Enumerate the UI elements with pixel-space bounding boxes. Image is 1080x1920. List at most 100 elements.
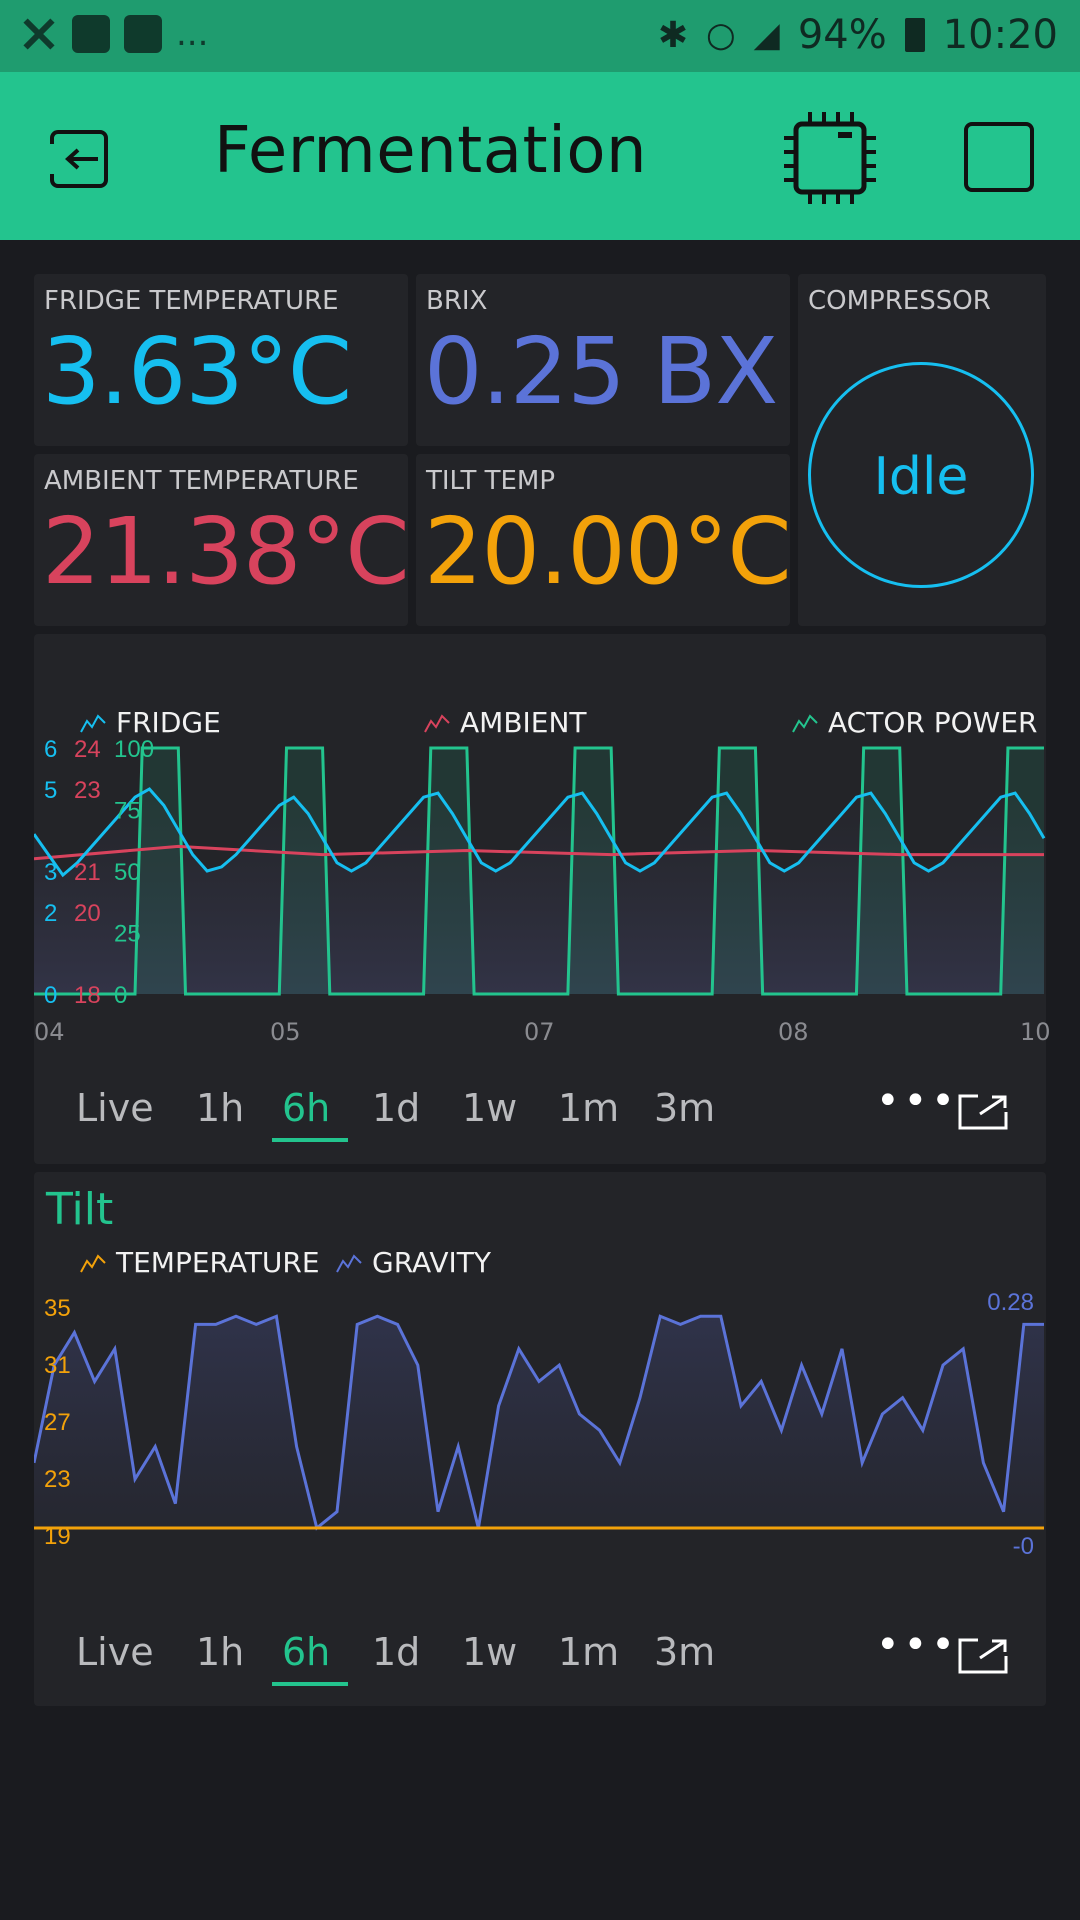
y-tick-label: 21 bbox=[74, 859, 101, 886]
device-chip-icon[interactable] bbox=[782, 110, 878, 206]
status-bar: ... ✱ ○ ◢ 94% 10:20 bbox=[0, 0, 1080, 72]
tilt-temp-tile: TILT TEMP 20.00°C bbox=[416, 454, 792, 626]
page-title: Fermentation bbox=[214, 114, 648, 188]
pinwheel-notification-icon bbox=[20, 15, 58, 53]
tab-1m[interactable]: 1m bbox=[558, 1630, 619, 1674]
time-range-tabs: Live 1h 6h 1d 1w 1m 3m ••• bbox=[34, 1612, 1046, 1702]
x-tick-label: 04 bbox=[34, 1018, 65, 1046]
app-notification-icon bbox=[124, 15, 162, 53]
active-tab-underline bbox=[272, 1138, 348, 1142]
tab-1w[interactable]: 1w bbox=[462, 1086, 517, 1130]
tile-label: COMPRESSOR bbox=[808, 286, 991, 316]
tab-6h[interactable]: 6h bbox=[282, 1630, 330, 1674]
legend-label: AMBIENT bbox=[460, 706, 587, 739]
legend-label: TEMPERATURE bbox=[116, 1246, 320, 1279]
temperature-chart[interactable]: 0235618202123240255075100 bbox=[34, 740, 1046, 1040]
y-tick-label: 0 bbox=[44, 982, 57, 1009]
tab-1d[interactable]: 1d bbox=[372, 1630, 420, 1674]
app-bar: Fermentation bbox=[0, 72, 1080, 240]
legend-actor-power[interactable]: ACTOR POWER bbox=[792, 706, 1037, 739]
y-tick-label: 25 bbox=[114, 921, 141, 948]
fullscreen-icon[interactable] bbox=[958, 1638, 1008, 1674]
tab-1w[interactable]: 1w bbox=[462, 1630, 517, 1674]
tab-live[interactable]: Live bbox=[76, 1630, 154, 1674]
ambient-temperature-value: 21.38°C bbox=[42, 498, 410, 605]
y-tick-label: 18 bbox=[74, 982, 101, 1009]
y-tick-label: 50 bbox=[114, 859, 141, 886]
line-chart-icon bbox=[792, 713, 818, 732]
brix-tile: BRIX 0.25 BX bbox=[416, 274, 790, 446]
legend-fridge[interactable]: FRIDGE bbox=[80, 706, 221, 739]
tile-label: FRIDGE TEMPERATURE bbox=[44, 286, 339, 316]
fridge-temperature-value: 3.63°C bbox=[42, 318, 352, 425]
more-options-icon[interactable]: ••• bbox=[876, 1622, 959, 1668]
line-chart-icon bbox=[80, 1253, 106, 1272]
compressor-tile: COMPRESSOR Idle bbox=[798, 274, 1046, 626]
compressor-state: Idle bbox=[873, 447, 969, 507]
fridge-temperature-tile: FRIDGE TEMPERATURE 3.63°C bbox=[34, 274, 408, 446]
y-tick-label: 23 bbox=[74, 777, 101, 804]
signal-icon: ◢ bbox=[753, 15, 780, 55]
y-tick-label: 5 bbox=[44, 777, 57, 804]
ambient-temperature-tile: AMBIENT TEMPERATURE 21.38°C bbox=[34, 454, 410, 626]
y-tick-label: 75 bbox=[114, 798, 141, 825]
x-tick-label: 08 bbox=[778, 1018, 809, 1046]
battery-icon bbox=[904, 18, 925, 52]
tab-1h[interactable]: 1h bbox=[196, 1086, 244, 1130]
tile-label: TILT TEMP bbox=[426, 466, 556, 496]
tab-3m[interactable]: 3m bbox=[654, 1630, 715, 1674]
y-tick-label: 2 bbox=[44, 900, 57, 927]
more-options-icon[interactable]: ••• bbox=[876, 1078, 959, 1124]
stop-square-icon[interactable] bbox=[964, 122, 1034, 192]
tab-live[interactable]: Live bbox=[76, 1086, 154, 1130]
y-tick-label: 19 bbox=[44, 1523, 71, 1550]
tilt-chart-panel: Tilt TEMPERATURE GRAVITY 19 23 27 31 35 -0 0.2… bbox=[34, 1172, 1046, 1706]
exit-project-icon[interactable] bbox=[48, 124, 118, 194]
legend-gravity[interactable]: GRAVITY bbox=[336, 1246, 491, 1279]
tab-1d[interactable]: 1d bbox=[372, 1086, 420, 1130]
y-tick-label-right: 0.28 bbox=[987, 1289, 1034, 1316]
x-tick-label: 07 bbox=[524, 1018, 555, 1046]
tab-1h[interactable]: 1h bbox=[196, 1630, 244, 1674]
y-tick-label: 27 bbox=[44, 1409, 71, 1436]
y-tick-label: 0 bbox=[114, 982, 127, 1009]
y-tick-label: 6 bbox=[44, 740, 57, 763]
y-tick-label: 20 bbox=[74, 900, 101, 927]
tab-6h[interactable]: 6h bbox=[282, 1086, 330, 1130]
bluetooth-icon: ✱ bbox=[657, 14, 688, 56]
y-tick-label: 3 bbox=[44, 859, 57, 886]
active-tab-underline bbox=[272, 1682, 348, 1686]
legend-temperature[interactable]: TEMPERATURE bbox=[80, 1246, 320, 1279]
y-tick-label: 24 bbox=[74, 740, 101, 763]
wifi-icon: ○ bbox=[705, 15, 736, 55]
temperature-chart-panel: FRIDGE AMBIENT ACTOR POWER 0 2 3 5 6 18 20 21 23… bbox=[34, 634, 1051, 1164]
y-tick-label: 31 bbox=[44, 1352, 71, 1379]
y-tick-label-right: -0 bbox=[1013, 1533, 1034, 1560]
legend-label: ACTOR POWER bbox=[828, 706, 1038, 739]
tilt-chart[interactable]: 19 23 27 31 35 -0 0.28 bbox=[34, 1284, 1046, 1584]
y-tick-label: 35 bbox=[44, 1295, 71, 1322]
brix-value: 0.25 BX bbox=[424, 318, 778, 425]
app-notification-icon bbox=[72, 15, 110, 53]
y-tick-label: 100 bbox=[114, 740, 154, 763]
line-chart-icon bbox=[336, 1253, 362, 1272]
line-chart-icon bbox=[80, 713, 106, 732]
more-notifications: ... bbox=[176, 14, 209, 54]
time-range-tabs: Live 1h 6h 1d 1w 1m 3m ••• bbox=[34, 1068, 1046, 1158]
line-chart-icon bbox=[424, 713, 450, 732]
legend-label: FRIDGE bbox=[116, 706, 221, 739]
fullscreen-icon[interactable] bbox=[958, 1094, 1008, 1130]
x-tick-label: 10 bbox=[1020, 1018, 1051, 1046]
tile-label: BRIX bbox=[426, 286, 488, 316]
clock: 10:20 bbox=[942, 12, 1058, 58]
y-tick-label: 23 bbox=[44, 1466, 71, 1493]
x-tick-label: 05 bbox=[270, 1018, 301, 1046]
tilt-chart-title: Tilt bbox=[46, 1184, 114, 1235]
legend-label: GRAVITY bbox=[372, 1246, 491, 1279]
legend-ambient[interactable]: AMBIENT bbox=[424, 706, 587, 739]
tab-3m[interactable]: 3m bbox=[654, 1086, 715, 1130]
tilt-temp-value: 20.00°C bbox=[424, 498, 792, 605]
battery-percent: 94% bbox=[797, 12, 887, 58]
tab-1m[interactable]: 1m bbox=[558, 1086, 619, 1130]
compressor-status-indicator[interactable]: Idle bbox=[808, 362, 1034, 588]
